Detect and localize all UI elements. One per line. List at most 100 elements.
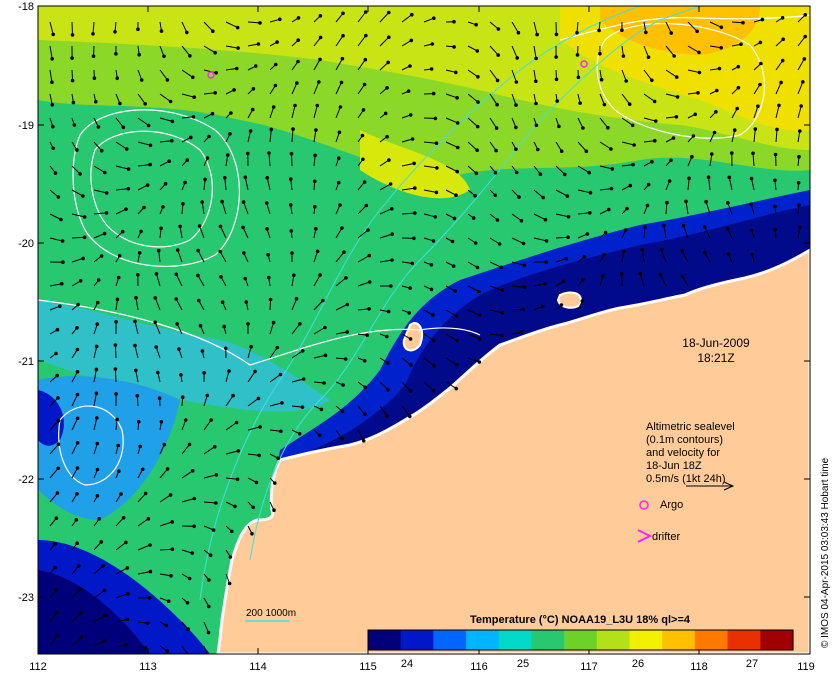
velocity-arrow-head: [153, 296, 158, 300]
velocity-arrow-head: [125, 566, 130, 570]
velocity-arrow-head: [300, 349, 305, 353]
velocity-arrow-head: [232, 88, 236, 92]
velocity-arrow-head: [493, 170, 498, 175]
velocity-arrow: [114, 345, 117, 359]
velocity-arrow-head: [99, 148, 104, 153]
velocity-arrow-head: [623, 228, 628, 232]
velocity-arrow-head: [101, 564, 105, 568]
velocity-arrow-head: [587, 170, 592, 175]
velocity-arrow-head: [736, 64, 741, 69]
velocity-arrow-head: [220, 199, 224, 204]
velocity-arrow-head: [496, 27, 501, 31]
velocity-arrow-head: [803, 13, 808, 17]
velocity-arrow-head: [210, 111, 215, 116]
velocity-arrow-head: [632, 143, 636, 147]
velocity-arrow-head: [170, 119, 175, 124]
velocity-arrow-head: [124, 147, 129, 151]
velocity-arrow-head: [55, 633, 60, 638]
velocity-arrow-head: [475, 265, 480, 270]
velocity-arrow-head: [179, 373, 183, 377]
velocity-arrow-head: [164, 623, 169, 628]
velocity-arrow-head: [412, 236, 416, 241]
velocity-arrow-head: [801, 80, 805, 84]
velocity-arrow-head: [360, 133, 365, 138]
velocity-arrow-head: [566, 214, 571, 219]
x-tick-label: 119: [797, 661, 815, 673]
velocity-arrow-head: [580, 299, 585, 303]
velocity-arrow-head: [691, 134, 696, 138]
velocity-arrow-head: [211, 29, 215, 34]
velocity-arrow-head: [95, 441, 100, 446]
legend-line: (0.1m contours): [646, 434, 723, 446]
velocity-arrow-head: [227, 581, 232, 586]
velocity-arrow-head: [185, 158, 190, 162]
velocity-arrow-head: [413, 211, 417, 215]
velocity-arrow-head: [191, 115, 196, 119]
velocity-arrow-head: [650, 159, 654, 164]
velocity-arrow-head: [736, 85, 741, 90]
velocity-arrow-head: [584, 149, 589, 153]
velocity-arrow-head: [95, 494, 100, 498]
velocity-arrow-head: [773, 204, 777, 209]
velocity-arrow-head: [103, 170, 107, 175]
velocity-arrow-head: [474, 22, 478, 27]
velocity-arrow-head: [702, 250, 707, 255]
velocity-arrow-head: [117, 254, 122, 258]
velocity-arrow-head: [95, 467, 100, 472]
velocity-arrow-head: [104, 191, 109, 195]
velocity-arrow-head: [344, 276, 348, 280]
velocity-arrow-head: [113, 343, 118, 347]
velocity-arrow-head: [82, 215, 87, 219]
velocity-arrow-head: [137, 251, 142, 255]
velocity-arrow-head: [275, 40, 279, 44]
velocity-arrow-head: [725, 226, 730, 231]
velocity-arrow-head: [161, 205, 165, 209]
x-tick-label: 113: [139, 661, 157, 673]
velocity-arrow-head: [289, 229, 294, 233]
velocity-arrow-head: [198, 323, 203, 328]
velocity-arrow: [555, 236, 569, 239]
velocity-arrow-head: [499, 265, 504, 270]
velocity-arrow-head: [50, 57, 55, 61]
velocity-arrow-head: [124, 207, 128, 211]
velocity-arrow-head: [407, 311, 412, 315]
velocity-arrow-head: [120, 229, 125, 234]
velocity-arrow-head: [451, 264, 456, 268]
velocity-arrow-head: [269, 127, 274, 132]
velocity-arrow-head: [693, 112, 698, 117]
velocity-arrow-head: [585, 232, 590, 236]
velocity-arrow-head: [638, 271, 643, 276]
velocity-arrow-head: [54, 516, 59, 521]
velocity-arrow-head: [515, 56, 520, 60]
velocity-arrow-head: [148, 162, 152, 167]
velocity-arrow-head: [802, 57, 807, 61]
velocity-arrow-head: [256, 396, 261, 401]
velocity-arrow-head: [192, 496, 197, 501]
velocity-arrow-head: [291, 127, 295, 131]
velocity-arrow-head: [236, 449, 241, 453]
velocity-arrow-head: [652, 99, 657, 104]
velocity-arrow-head: [687, 176, 691, 181]
velocity-arrow-head: [430, 42, 435, 46]
velocity-arrow-head: [213, 50, 217, 55]
velocity-arrow-head: [103, 613, 107, 618]
velocity-arrow-head: [192, 95, 196, 99]
x-tick-label: 115: [359, 661, 377, 673]
velocity-arrow-head: [170, 138, 174, 143]
velocity-arrow-head: [385, 414, 390, 418]
velocity-arrow-head: [475, 124, 480, 129]
velocity-arrow-head: [798, 129, 802, 133]
velocity-arrow-head: [672, 54, 677, 58]
velocity-arrow-head: [298, 322, 302, 326]
velocity-arrow-head: [156, 248, 161, 253]
velocity-arrow-head: [288, 177, 293, 181]
velocity-arrow-head: [118, 101, 122, 106]
velocity-arrow-head: [74, 518, 79, 522]
velocity-arrow-head: [715, 88, 719, 93]
velocity-arrow-head: [219, 275, 223, 279]
velocity-arrow-head: [454, 386, 459, 391]
velocity-arrow-head: [50, 103, 55, 107]
velocity-arrow-head: [599, 77, 604, 82]
velocity-arrow-head: [602, 102, 607, 107]
colorbar-segment: [400, 630, 434, 650]
